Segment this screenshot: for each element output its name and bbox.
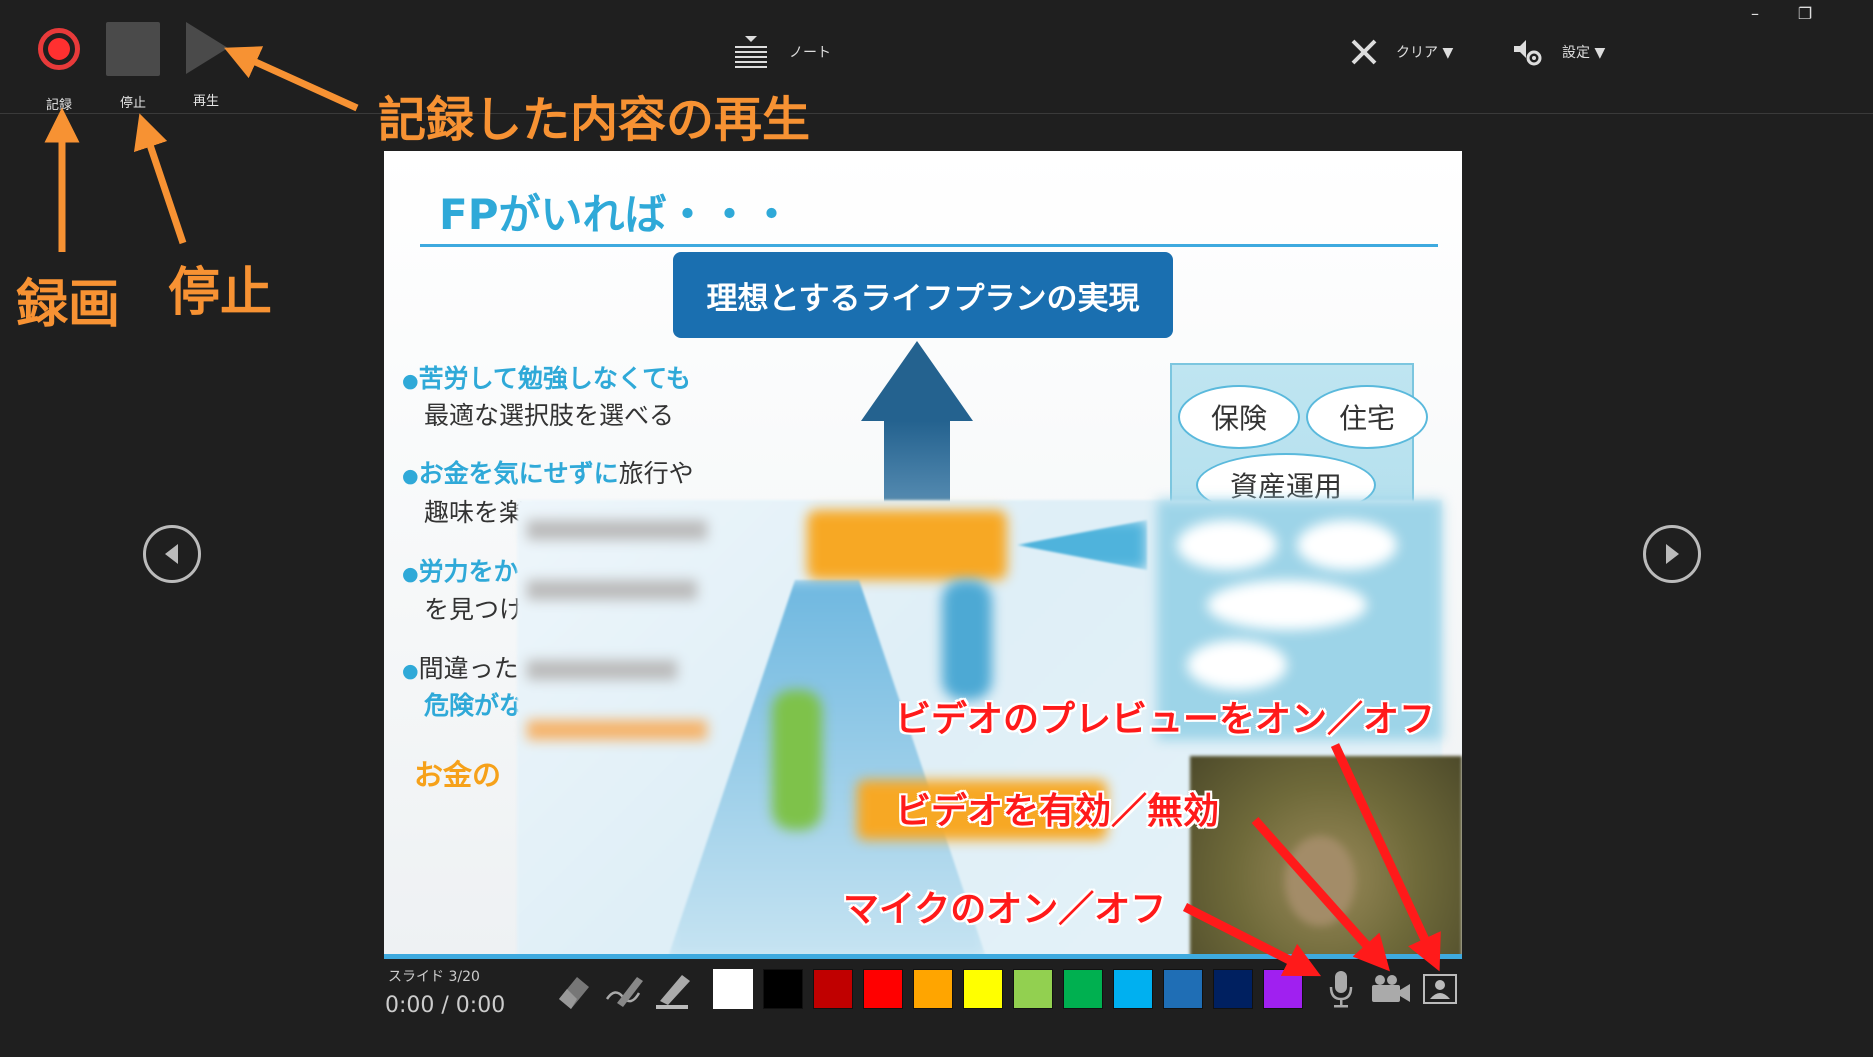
bullet-3-rest: を見つけ: [424, 595, 525, 624]
play-button[interactable]: 再生: [174, 22, 238, 109]
video-toggle-annotation: ビデオを有効／無効: [895, 791, 1220, 832]
chevron-right-icon: [1666, 544, 1679, 564]
chevron-left-icon: [165, 544, 178, 564]
color-swatch-yellow[interactable]: [963, 969, 1003, 1009]
arrow-up-icon: [861, 341, 973, 421]
recording-timer: 0:00 / 0:00: [385, 993, 506, 1018]
previous-slide-button[interactable]: [143, 525, 201, 583]
bullet-1-rest: 最適な選択肢を選べる: [424, 401, 675, 430]
color-swatch-blue[interactable]: [1163, 969, 1203, 1009]
video-camera-icon: [1372, 975, 1410, 1002]
eraser-button[interactable]: [553, 969, 595, 1011]
close-icon: [1351, 39, 1377, 65]
record-annotation: 録画: [16, 275, 121, 335]
color-swatch-orange[interactable]: [913, 969, 953, 1009]
notes-icon: [735, 36, 767, 68]
color-swatch-dark-red[interactable]: [813, 969, 853, 1009]
eraser-icon: [559, 977, 589, 1009]
toolbar-divider: [0, 113, 1873, 114]
bullet-2-rest: 趣味を楽: [424, 498, 525, 527]
pen-button[interactable]: [603, 969, 645, 1011]
slide-title-underline: [420, 244, 1438, 247]
color-swatch-light-blue[interactable]: [1113, 969, 1153, 1009]
pen-icon: [605, 977, 643, 1007]
bullet-2: ●お金を気にせずに旅行や: [402, 459, 694, 488]
oval-housing: 住宅: [1306, 385, 1428, 449]
highlighter-button[interactable]: [652, 969, 694, 1011]
bullet-3: ●労力をか: [402, 557, 519, 586]
bullet-1: ●苦労して勉強しなくても: [402, 364, 691, 393]
minimize-button[interactable]: –: [1735, 4, 1775, 26]
record-button[interactable]: 記録: [27, 22, 91, 113]
record-label: 記録: [45, 98, 72, 113]
slide-canvas: FPがいれば・・・ 理想とするライフプランの実現 保険 住宅 資産運用 ●苦労し…: [384, 151, 1462, 958]
next-slide-button[interactable]: [1643, 525, 1701, 583]
microphone-annotation: マイクのオン／オフ: [843, 889, 1167, 930]
stop-label: 停止: [119, 96, 146, 111]
color-swatch-purple[interactable]: [1263, 969, 1303, 1009]
clear-button[interactable]: クリア ▼: [1350, 38, 1453, 66]
play-label: 再生: [192, 94, 219, 109]
settings-label: 設定 ▼: [1562, 45, 1606, 61]
stop-annotation: 停止: [168, 263, 273, 323]
oval-insurance: 保険: [1178, 385, 1300, 449]
clear-label: クリア ▼: [1396, 45, 1454, 61]
arrow-shaft: [884, 421, 950, 511]
slide-goal-box: 理想とするライフプランの実現: [673, 252, 1173, 338]
color-swatch-light-green[interactable]: [1013, 969, 1053, 1009]
microphone-button[interactable]: [1323, 969, 1359, 1009]
bullet-4: ●間違った: [402, 654, 519, 683]
camera-button[interactable]: [1370, 969, 1412, 1009]
notes-button[interactable]: ノート: [733, 34, 831, 70]
microphone-icon: [1329, 971, 1353, 1008]
notes-label: ノート: [789, 45, 831, 61]
slide-title: FPがいれば・・・: [439, 190, 793, 239]
bullet-4-rest: 危険がな: [424, 691, 525, 720]
stop-button[interactable]: 停止: [101, 22, 165, 111]
video-preview-annotation: ビデオのプレビューをオン／オフ: [895, 699, 1436, 740]
highlighter-icon: [656, 975, 690, 1009]
video-preview-button[interactable]: [1423, 969, 1457, 1009]
settings-button[interactable]: 設定 ▼: [1512, 38, 1605, 66]
record-icon: [38, 28, 80, 70]
slide-bottom-bar: [384, 954, 1462, 959]
person-icon: [1423, 974, 1457, 1004]
stop-icon: [106, 22, 160, 76]
play-icon: [186, 22, 228, 74]
settings-icon: [1514, 40, 1542, 66]
color-swatch-green[interactable]: [1063, 969, 1103, 1009]
color-swatch-black[interactable]: [763, 969, 803, 1009]
slide-orange-text: お金の: [414, 758, 502, 792]
color-swatch-white[interactable]: [713, 969, 753, 1009]
playback-annotation: 記録した内容の再生: [378, 92, 811, 148]
restore-button[interactable]: ❐: [1785, 4, 1825, 26]
webcam-preview: [1190, 756, 1462, 958]
slide-counter: スライド 3/20: [388, 969, 480, 985]
color-swatch-dark-blue[interactable]: [1213, 969, 1253, 1009]
color-swatch-red[interactable]: [863, 969, 903, 1009]
